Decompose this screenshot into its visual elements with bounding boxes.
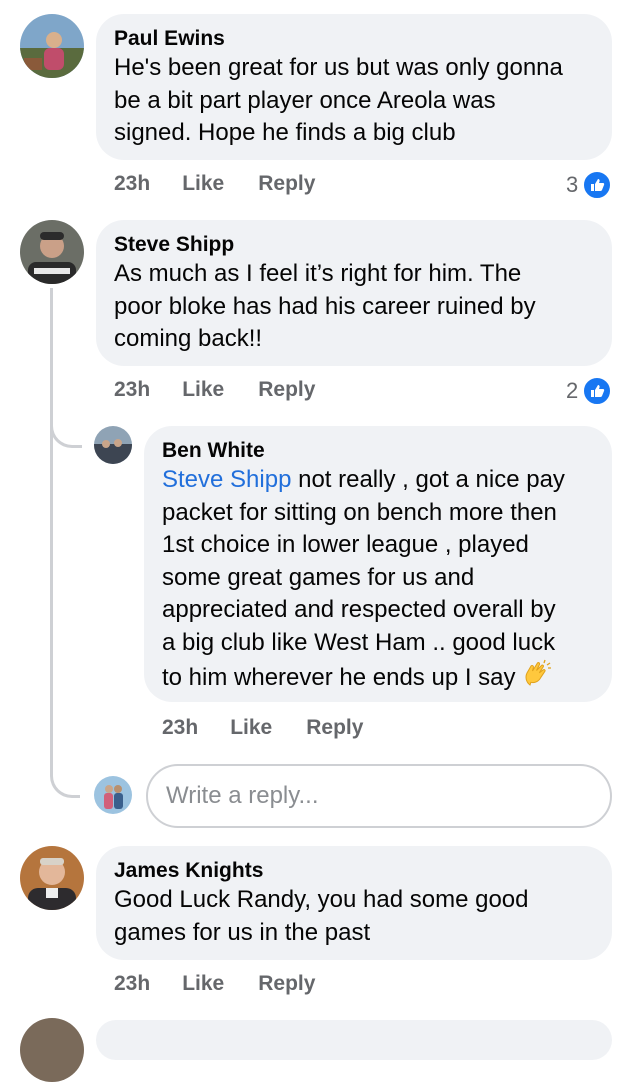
reply-timestamp[interactable]: 23h (162, 716, 198, 740)
clapping-hands-icon (522, 659, 552, 699)
reply-text-line: some great games for us and (162, 563, 475, 591)
reply-actions: 23h Like Reply (162, 716, 363, 740)
comment-timestamp[interactable]: 23h (114, 378, 150, 402)
like-button[interactable]: Like (182, 172, 224, 196)
reply-bubble: Ben White Steve Shipp not really , got a… (144, 426, 612, 702)
reply-button[interactable]: Reply (258, 378, 315, 402)
reply-text-fragment: to him wherever he ends up I say (162, 664, 516, 692)
reply-text-line: Steve Shipp not really , got a nice pay (162, 464, 594, 497)
avatar-photo-icon (94, 776, 132, 814)
reply-text-line: appreciated and respected overall by (162, 596, 556, 623)
comment-author[interactable]: Paul Ewins (114, 26, 594, 52)
reply-button[interactable]: Reply (258, 172, 315, 196)
like-button[interactable]: Like (182, 972, 224, 996)
comment-text-line: be a bit part player once Areola was (114, 86, 496, 114)
comment-text-line: signed. Hope he finds a big club (114, 119, 456, 146)
reaction-count-value: 2 (566, 378, 579, 403)
reaction-count[interactable]: 2 (566, 376, 613, 406)
thumbs-up-icon (582, 376, 613, 406)
avatar-paul-ewins[interactable] (20, 14, 84, 78)
current-user-avatar (94, 776, 132, 814)
comment-timestamp[interactable]: 23h (114, 172, 150, 196)
comment-text-line: Good Luck Randy, you had some good (114, 886, 529, 913)
comment-text-line: He's been great for us but was only gonn… (114, 54, 563, 81)
comment-author[interactable]: Steve Shipp (114, 232, 594, 258)
avatar-james-knights[interactable] (20, 846, 84, 910)
comment-bubble (96, 1020, 612, 1060)
avatar-next-comment[interactable] (20, 1018, 84, 1082)
reaction-count-value: 3 (566, 172, 579, 197)
avatar-photo-icon (20, 14, 84, 78)
like-button[interactable]: Like (230, 716, 272, 740)
avatar-steve-shipp[interactable] (20, 220, 84, 284)
comment-bubble: Paul Ewins He's been great for us but wa… (96, 14, 612, 160)
comment-actions: 23h Like Reply (114, 972, 315, 996)
thread-connector (50, 288, 80, 798)
comment-timestamp[interactable]: 23h (114, 972, 150, 996)
comment-bubble: James Knights Good Luck Randy, you had s… (96, 846, 612, 960)
avatar-photo-icon (94, 426, 132, 464)
reply-button[interactable]: Reply (258, 972, 315, 996)
reply-last-line: to him wherever he ends up I say (162, 659, 594, 699)
comment-text-line: games for us in the past (114, 918, 371, 946)
thumbs-up-icon (582, 170, 613, 200)
comment-text-line: coming back!! (114, 325, 263, 352)
comment-text-line: As much as I feel it’s right for him. Th… (114, 260, 522, 287)
avatar-photo-icon (20, 846, 84, 910)
reaction-count[interactable]: 3 (566, 170, 613, 200)
reply-button[interactable]: Reply (306, 716, 363, 740)
reply-text-line: a big club like West Ham .. good luck (162, 628, 556, 656)
reply-input-placeholder: Write a reply... (166, 782, 319, 809)
reply-text-fragment: not really , got a nice pay (291, 466, 565, 493)
comment-actions: 23h Like Reply (114, 172, 315, 196)
reply-author[interactable]: Ben White (162, 438, 594, 464)
avatar-photo-icon (20, 220, 84, 284)
reply-text-line: packet for sitting on bench more then (162, 498, 557, 526)
comment-actions: 23h Like Reply (114, 378, 315, 402)
avatar-ben-white[interactable] (94, 426, 132, 464)
reply-input[interactable]: Write a reply... (146, 764, 612, 828)
like-button[interactable]: Like (182, 378, 224, 402)
mention-link[interactable]: Steve Shipp (162, 466, 291, 493)
reply-text-line: 1st choice in lower league , played (162, 531, 529, 558)
comment-text-line: poor bloke has had his career ruined by (114, 292, 536, 320)
comment-bubble: Steve Shipp As much as I feel it’s right… (96, 220, 612, 366)
comment-author[interactable]: James Knights (114, 858, 594, 884)
